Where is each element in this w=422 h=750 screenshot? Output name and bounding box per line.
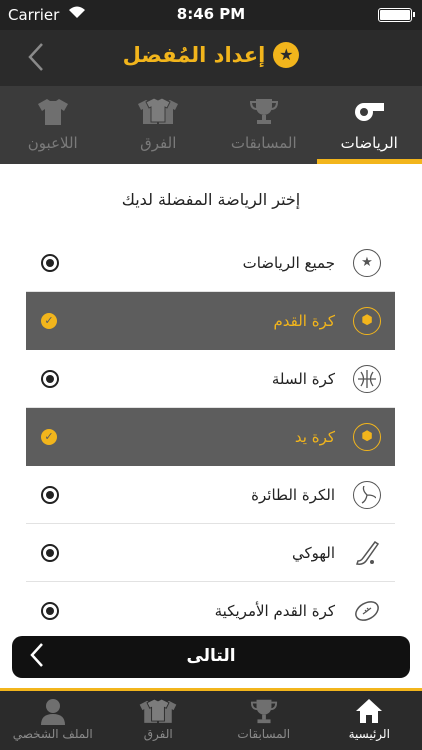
- check-icon[interactable]: [41, 428, 57, 445]
- tab-label: المسابقات: [230, 134, 297, 152]
- battery-icon: [378, 8, 415, 22]
- tab-label: الرياضات: [340, 134, 398, 152]
- bottom-tab-bar: الرئيسية المسابقات الفرق الملف الشخصي: [0, 688, 422, 750]
- status-bar: Carrier 8:46 PM: [0, 0, 422, 30]
- tab-competitions[interactable]: المسابقات: [211, 86, 317, 164]
- bottom-tab-teams[interactable]: الفرق: [106, 691, 212, 750]
- page-title: إعداد المُفضل: [122, 43, 266, 67]
- home-icon: [354, 697, 384, 727]
- sport-row-volleyball[interactable]: الكرة الطائرة: [26, 466, 395, 524]
- handball-icon: ⬢: [353, 422, 381, 451]
- sport-label: كرة يد: [294, 427, 335, 446]
- trophy-icon: [249, 96, 279, 128]
- radio-button[interactable]: [41, 543, 59, 562]
- sport-label: الكرة الطائرة: [251, 485, 335, 504]
- top-tab-bar: الرياضات المسابقات الفرق اللاعبون: [0, 86, 422, 164]
- next-button-label: التالى: [186, 646, 236, 666]
- tab-sports[interactable]: الرياضات: [316, 86, 422, 164]
- bottom-tab-competitions[interactable]: المسابقات: [211, 691, 317, 750]
- sport-label: كرة السلة: [271, 369, 335, 388]
- person-icon: [39, 697, 67, 727]
- sport-row-all[interactable]: ★ جميع الرياضات: [26, 234, 395, 292]
- sport-label: الهوكي: [291, 543, 335, 562]
- radio-button[interactable]: [41, 253, 59, 272]
- trophy-icon: [250, 697, 278, 727]
- tab-label: اللاعبون: [27, 134, 78, 152]
- sport-row-american-football[interactable]: كرة القدم الأمريكية: [26, 582, 395, 640]
- shirt-icon: [36, 96, 70, 128]
- check-icon[interactable]: [41, 312, 57, 329]
- next-button[interactable]: التالى: [12, 636, 410, 678]
- volleyball-icon: [353, 480, 381, 509]
- selection-prompt: إختر الرياضة المفضلة لديك: [121, 190, 301, 209]
- sports-selection-panel: إختر الرياضة المفضلة لديك ★ جميع الرياضا…: [0, 164, 422, 688]
- bottom-tab-label: المسابقات: [237, 727, 291, 741]
- radio-button[interactable]: [41, 601, 59, 620]
- hockey-icon: [353, 539, 381, 567]
- team-shirts-icon: [136, 697, 180, 727]
- sports-list: ★ جميع الرياضات ⬢ كرة القدم كرة السلة ⬢ …: [26, 234, 395, 640]
- sport-row-basketball[interactable]: كرة السلة: [26, 350, 395, 408]
- football-icon: ⬢: [353, 306, 381, 335]
- whistle-icon: [352, 96, 386, 128]
- nav-title-group: إعداد المُفضل ★: [0, 42, 422, 68]
- clock: 8:46 PM: [176, 5, 246, 23]
- basketball-icon: [353, 364, 381, 393]
- tab-label: الفرق: [140, 134, 177, 152]
- sport-label: كرة القدم: [273, 311, 335, 330]
- sport-label: كرة القدم الأمريكية: [214, 601, 335, 620]
- sport-row-hockey[interactable]: الهوكي: [26, 524, 395, 582]
- team-shirts-icon: [134, 96, 182, 128]
- tab-players[interactable]: اللاعبون: [0, 86, 106, 164]
- star-icon: ★: [273, 42, 300, 68]
- nav-bar: إعداد المُفضل ★: [0, 30, 422, 86]
- sport-row-football[interactable]: ⬢ كرة القدم: [26, 292, 395, 350]
- sport-label: جميع الرياضات: [242, 253, 335, 272]
- sport-row-handball[interactable]: ⬢ كرة يد: [26, 408, 395, 466]
- bottom-tab-label: الفرق: [143, 727, 173, 741]
- bottom-tab-label: الملف الشخصي: [12, 727, 93, 741]
- bottom-tab-profile[interactable]: الملف الشخصي: [0, 691, 106, 750]
- american-football-icon: [353, 597, 381, 625]
- star-icon: ★: [353, 248, 381, 277]
- radio-button[interactable]: [41, 485, 59, 504]
- radio-button[interactable]: [41, 369, 59, 388]
- bottom-tab-home[interactable]: الرئيسية: [317, 691, 422, 750]
- tab-teams[interactable]: الفرق: [106, 86, 212, 164]
- bottom-tab-label: الرئيسية: [348, 727, 390, 741]
